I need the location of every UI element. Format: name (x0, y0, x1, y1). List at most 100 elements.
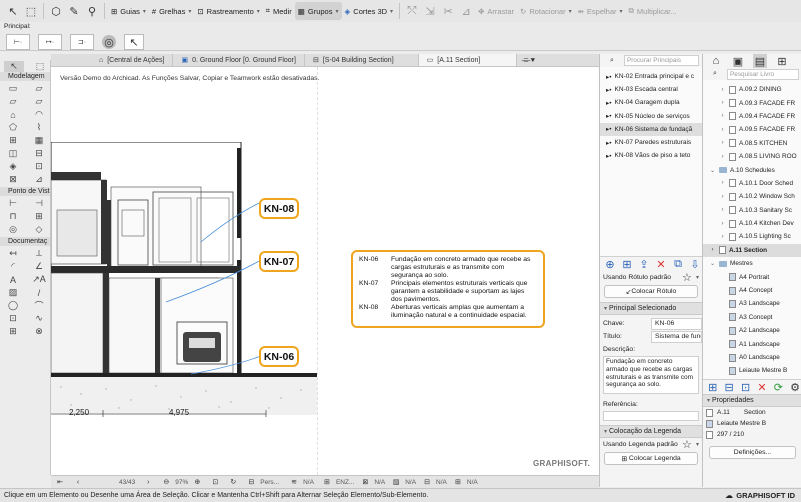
scale-icon[interactable]: ⊞ (320, 475, 334, 489)
stair-tool-icon[interactable]: ⌇ (29, 122, 49, 133)
arc-tool-icon[interactable]: ◯ (3, 300, 23, 311)
keynote-bubble-kn07[interactable]: KN-07 (259, 251, 299, 272)
chevron-right-icon[interactable]: › (719, 207, 726, 213)
tree-item[interactable]: › A.10.5 Lighting Sc (703, 230, 801, 243)
beam-tool-icon[interactable]: ▱ (3, 96, 23, 107)
keynote-item[interactable]: ▸• KN-05 Núcleo de serviços (600, 110, 702, 123)
polyline-tool-icon[interactable]: ⌒ (29, 300, 49, 311)
layout-book-icon[interactable]: ▤ (753, 54, 767, 68)
new-subset-icon[interactable]: ⊟ (724, 380, 734, 394)
graphic-override-icon[interactable]: ▨ (389, 475, 403, 489)
espelhar-button[interactable]: ⇹ Espelhar ▾ (575, 2, 626, 20)
tab-menu-icon[interactable]: ⌯▾ (521, 53, 535, 67)
marquee-tool-icon[interactable]: ⬚ (30, 61, 50, 72)
tab-building-section[interactable]: ⊟ [S-04 Building Section] (305, 54, 419, 66)
arrastar-button[interactable]: ✥ Arrastar (475, 2, 517, 20)
change-tool-icon[interactable]: ◇ (29, 224, 49, 235)
keynote-item[interactable]: ▸• KN-02 Entrada principal e c (600, 70, 702, 83)
line-tool-icon[interactable]: / (29, 287, 49, 298)
slab-tool-icon[interactable]: ▱ (29, 96, 49, 107)
refresh-icon[interactable]: ⟳ (774, 380, 783, 394)
structural-icon[interactable]: ⊞ (451, 475, 465, 489)
import-icon[interactable]: ⇪ (639, 257, 649, 271)
rotate-view-icon[interactable]: ↻ (226, 475, 240, 489)
property-number[interactable]: A.11 (717, 409, 730, 416)
layout-book-search-input[interactable]: Pesquisar Livro (727, 68, 799, 80)
key-input[interactable]: KN-06 (651, 317, 702, 330)
na-field[interactable]: N/A (436, 479, 447, 486)
view-map-icon[interactable]: ▣ (731, 54, 745, 68)
layer-select-icon[interactable]: ⬡ (49, 4, 63, 18)
label-style-icon[interactable]: ⊐· (70, 34, 94, 50)
railing-tool-icon[interactable]: ⊞ (3, 135, 23, 146)
tree-item[interactable]: › A.09.2 DINING (703, 83, 801, 96)
tree-item[interactable]: › A.09.5 FACADE FR (703, 123, 801, 136)
chevron-down-icon[interactable]: ⌄ (709, 260, 716, 267)
toolbox-section-ponto-vista[interactable]: Ponto de Vist (0, 187, 50, 196)
properties-header[interactable]: ▾ Propriedades (703, 394, 801, 407)
delete-icon[interactable]: ✕ (656, 257, 666, 271)
section-tool-icon[interactable]: ⊢ (3, 198, 23, 209)
zoom-out-icon[interactable]: ⊖ (159, 475, 173, 489)
keynote-legend[interactable]: KN-06 Fundação em concreto armado que re… (351, 250, 545, 328)
chevron-down-icon[interactable]: ⌄ (709, 167, 716, 174)
tree-item[interactable]: Leiaute Mestre B (703, 364, 801, 377)
tab-a11-section[interactable]: ▭ [A.11 Section] (418, 54, 518, 66)
cortes3d-button[interactable]: ◈ Cortes 3D ▾ (342, 2, 397, 20)
dimension-tool-icon[interactable]: ↤ (3, 248, 23, 259)
shell-tool-icon[interactable]: ◠ (29, 109, 49, 120)
na-field[interactable]: N/A (405, 479, 416, 486)
grelhas-button[interactable]: # Grelhas ▾ (149, 2, 194, 20)
text-tool-icon[interactable]: A (3, 274, 23, 285)
dimension-dropdown[interactable]: ENZ... (336, 479, 354, 486)
tree-item[interactable]: › A.08.5 LIVING ROO (703, 150, 801, 163)
offset-icon[interactable]: ⇲ (423, 4, 437, 18)
eyedropper-icon[interactable]: ✎ (67, 4, 81, 18)
view-options-icon[interactable]: ⊟ (244, 475, 258, 489)
tree-item[interactable]: › A.09.3 FACADE FR (703, 96, 801, 109)
chevron-down-icon[interactable]: ▾ (696, 274, 699, 281)
title-input[interactable]: Sistema de fund (651, 330, 702, 343)
tree-item[interactable]: › A.09.4 FACADE FR (703, 110, 801, 123)
label-anchor-icon[interactable]: ↦· (38, 34, 62, 50)
detail-tool-icon[interactable]: ◎ (3, 224, 23, 235)
tab-ground-floor[interactable]: ▣ 0. Ground Floor [0. Ground Floor] (173, 54, 305, 66)
new-layout-icon[interactable]: ⊞ (708, 380, 717, 394)
tree-item[interactable]: › A.11 Section (703, 243, 801, 258)
roof-tool-icon[interactable]: ⌂ (3, 109, 23, 120)
mesh-tool-icon[interactable]: ⊿ (29, 174, 49, 185)
chevron-right-icon[interactable]: › (719, 87, 726, 93)
place-label-button[interactable]: ↙ Colocar Rótulo (604, 285, 698, 298)
chevron-right-icon[interactable]: › (719, 127, 726, 133)
add-keynote-icon[interactable]: ⊕ (605, 257, 615, 271)
fill-tool-icon[interactable]: ▨ (3, 287, 23, 298)
rotate-label-icon[interactable]: ◎ (102, 35, 116, 49)
settings-icon[interactable]: ⚙ (790, 380, 800, 394)
interior-elev-icon[interactable]: ⊓ (3, 211, 23, 222)
toolbox-section-modelagem[interactable]: Modelagem (0, 72, 50, 81)
hotspot-tool-icon[interactable]: ⊞ (3, 326, 23, 337)
selected-keynote-header[interactable]: ▾ Principal Selecionado (600, 302, 702, 315)
label-type-icon[interactable]: ⊢· (6, 34, 30, 50)
worksheet-tool-icon[interactable]: ⊞ (29, 211, 49, 222)
grupos-button[interactable]: ▦ Grupos ▾ (294, 2, 342, 20)
tree-item[interactable]: A3 Concept (703, 311, 801, 324)
keynote-bubble-kn08[interactable]: KN-08 (259, 198, 299, 219)
add-master-icon[interactable]: ⊡ (741, 380, 750, 394)
chevron-right-icon[interactable]: › (719, 100, 726, 106)
delete-icon[interactable]: ✕ (757, 380, 766, 394)
marquee-icon[interactable]: ⬚ (24, 4, 38, 18)
na-field[interactable]: N/A (374, 479, 385, 486)
keynote-item[interactable]: ▸• KN-07 Paredes estruturais (600, 136, 702, 149)
keynote-item[interactable]: ▸• KN-04 Garagem dupla (600, 96, 702, 109)
zoom-level[interactable]: 97% (175, 479, 188, 486)
chevron-right-icon[interactable]: › (719, 113, 726, 119)
selection-arrow-icon[interactable]: ↖ (124, 34, 144, 50)
zone-tool-icon[interactable]: ⊠ (3, 174, 23, 185)
radial-dim-icon[interactable]: ◜ (3, 261, 23, 272)
label-tool-icon[interactable]: ↗A (29, 274, 49, 285)
chevron-right-icon[interactable]: › (719, 194, 726, 200)
keynote-bubble-kn06[interactable]: KN-06 (259, 346, 299, 367)
tree-item[interactable]: A0 Landscape (703, 351, 801, 364)
keynote-item-selected[interactable]: ▸• KN-06 Sistema de fundaçã (600, 122, 702, 136)
